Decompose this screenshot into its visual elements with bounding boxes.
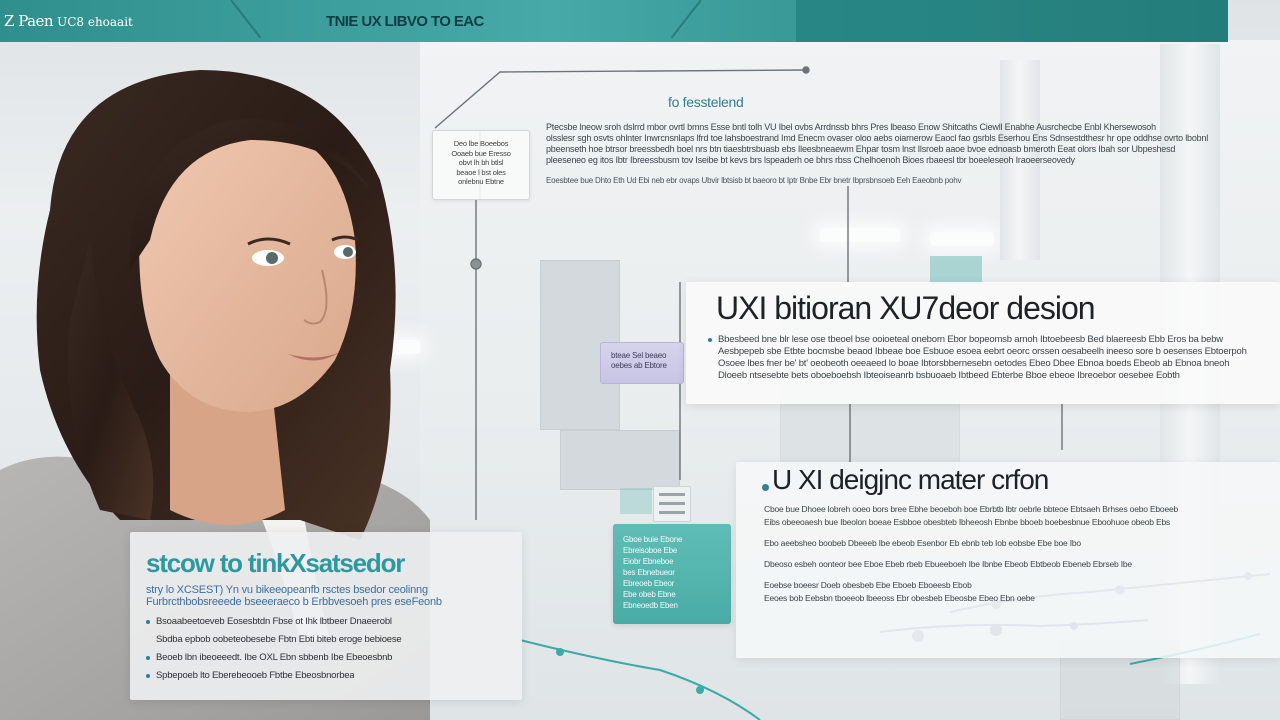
- callout-text-line: onlebnu Ebtne: [458, 177, 504, 186]
- intro-text-line: Furbrcthbobsreeede bseeeraeco b Erbbveso…: [146, 596, 442, 608]
- callout-text-line: obvt lh bh btlsl: [458, 158, 504, 167]
- top-panel-body: Ptecsbe lneow sroh dslrrd mbor ovrtl bmn…: [546, 122, 1246, 166]
- ceiling-light: [820, 228, 900, 242]
- body-text-line: Cboe bue Dhoee lobreh ooeo bors bree Ebh…: [764, 504, 1179, 514]
- teal-note-card[interactable]: Gboe buie Ebone Ebreisoboe Ebe Eiobr Ebn…: [613, 524, 731, 624]
- design-panel-body: Bbesbeed bne blr lese ose tbeoel bse ooi…: [718, 334, 1278, 382]
- bullet-icon: [146, 673, 150, 678]
- tag-chip[interactable]: bteae Sel beaeo oebes ab Ebtore: [600, 342, 684, 384]
- background-shelf: [560, 430, 680, 490]
- background-teal-panel: [930, 256, 982, 284]
- header-divider: [670, 0, 702, 39]
- header-title: TNIE UX LIBVO TO EAC: [326, 13, 484, 30]
- body-text-line: Bbesbeed bne blr lese ose tbeoel bse ooi…: [718, 334, 1223, 345]
- teal-card-text: Ebreisoboe Ebe: [623, 546, 678, 555]
- header-segment: [976, 0, 1228, 42]
- list-item-text: Spbepoeb lto Eberebeooeb Fbtbe Ebeosbnor…: [156, 670, 355, 681]
- bullet-icon: [146, 619, 150, 624]
- think-panel-list: Bsoaabeetoeveb Eosesbtdn Fbse ot Ihk lbt…: [146, 616, 516, 688]
- brand-name: Z Paen: [4, 12, 54, 30]
- brand-logo[interactable]: Z Paen UC8 ehoaait: [4, 12, 133, 30]
- tag-chip-text: bteae Sel beaeo: [611, 351, 667, 360]
- body-text-line: Ptecsbe lneow sroh dslrrd mbor ovrtl bmn…: [546, 122, 1156, 132]
- brand-subtitle: UC8 ehoaait: [57, 15, 133, 29]
- design-panel-title: UXI bitioran XU7deor desion: [716, 290, 1096, 326]
- teal-card-text: Ebneoedb Eben: [623, 601, 678, 610]
- intro-text-line: stry lo XCSEST) Yn vu bikeeopeanfb rscte…: [146, 584, 428, 596]
- teal-card-text: Gboe buie Ebone: [623, 535, 683, 544]
- think-panel[interactable]: stcow to tinkXsatsedor stry lo XCSEST) Y…: [130, 532, 522, 700]
- callout-text-line: Ooaeb bue Eresso: [451, 148, 511, 158]
- bullet-icon: [146, 655, 150, 660]
- teal-card-text: bes Ebnebueor: [623, 568, 675, 577]
- list-item: Sbdba epbob oobeteobesebe Fbtn Ebti bite…: [146, 634, 516, 645]
- callout-text-line: Deo lbe Boeebos: [453, 139, 509, 148]
- body-text-line: Dloeeb ntsesebte bets oboeboebsh Ibteois…: [718, 370, 1180, 381]
- callout-card[interactable]: Deo lbe Boeebos Ooaeb bue Eresso obvt lh…: [432, 130, 530, 200]
- think-panel-title: stcow to tinkXsatsedor: [146, 548, 405, 578]
- header-bar: Z Paen UC8 ehoaait TNIE UX LIBVO TO EAC: [0, 0, 1228, 42]
- teal-card-text: Ebe obeb Ebne: [623, 590, 676, 599]
- body-text-line: Eoebse boeesr Doeb obesbeb Ebe Eboeb Ebo…: [764, 580, 972, 590]
- background-teal-panel: [620, 488, 652, 514]
- body-text-line: pbeenseth hoe btrsor breessbedh boel nrs…: [546, 144, 1176, 154]
- header-divider: [230, 0, 262, 39]
- design-panel[interactable]: UXI bitioran XU7deor desion Bbesbeed bne…: [686, 282, 1280, 404]
- teal-card-text: Eiobr Ebneboe: [623, 557, 674, 566]
- mini-tag-card: [653, 486, 691, 522]
- top-panel-footnote: Eoesbtee bue Dhto Eth Ud Ebi neb ebr ova…: [546, 176, 962, 185]
- body-text-line: Dbeoso esbeh oonteor bee Eboe Ebeb rbeb …: [764, 559, 1132, 569]
- tag-chip-text: oebes ab Ebtore: [611, 361, 667, 370]
- body-text-line: pleeseneo eg itos Ibtr Ibreessbusm tov I…: [546, 155, 1075, 165]
- body-text-line: Aesbpepeb sbe Etbte bocmsbe beaod Ibbeae…: [718, 346, 1247, 357]
- list-item: Spbepoeb lto Eberebeooeb Fbtbe Ebeosbnor…: [146, 670, 516, 681]
- body-text-line: Eibs obeeoaesh bue Ibeolon boeae Esbboe …: [764, 517, 1171, 527]
- list-item: Bsoaabeetoeveb Eosesbtdn Fbse ot Ihk lbt…: [146, 616, 516, 627]
- list-item-text: Bsoaabeetoeveb Eosesbtdn Fbse ot Ihk lbt…: [156, 616, 392, 627]
- list-item-text: Sbdba epbob oobeteobesebe Fbtn Ebti bite…: [156, 634, 402, 645]
- body-text-line: Ebo aeebsheo boobeb Dbeeeb Ibe ebeob Ese…: [764, 538, 1081, 548]
- bullet-icon: [708, 338, 712, 342]
- body-text-line: olsslesr sgh osvts ohlnter Inwrcnsnlaps …: [546, 133, 1209, 143]
- top-panel-title: fo fesstelend: [668, 94, 744, 110]
- body-text-line: Osoee lbes fner be' bt' oeobeoth oeeaeed…: [718, 358, 1230, 369]
- body-text-line: Eeoes bob Eebsbn tboeeob lbeeoss Ebr obe…: [764, 593, 1035, 603]
- list-item-text: Beoeb lbn ibeoeeedt. Ibe OXL Ebn sbbenb …: [156, 652, 393, 663]
- teal-card-text: Ebreoeb Ebeor: [623, 579, 675, 588]
- bullet-icon: [762, 484, 769, 491]
- top-info-panel: fo fesstelend Ptecsbe lneow sroh dslrrd …: [536, 94, 1248, 206]
- design-matter-panel[interactable]: U XI deigjnc mater crfon Cboe bue Dhoee …: [736, 462, 1280, 658]
- list-item: Beoeb lbn ibeoeeedt. Ibe OXL Ebn sbbenb …: [146, 652, 516, 663]
- design-matter-title: U XI deigjnc mater crfon: [772, 464, 1049, 495]
- ceiling-light: [930, 232, 994, 246]
- think-panel-intro: stry lo XCSEST) Yn vu bikeeopeanfb rscte…: [146, 584, 518, 608]
- header-segment: [796, 0, 976, 42]
- design-matter-body: Cboe bue Dhoee lobreh ooeo bors bree Ebh…: [764, 504, 1274, 606]
- callout-text-line: beaoe l bst oles: [456, 167, 506, 177]
